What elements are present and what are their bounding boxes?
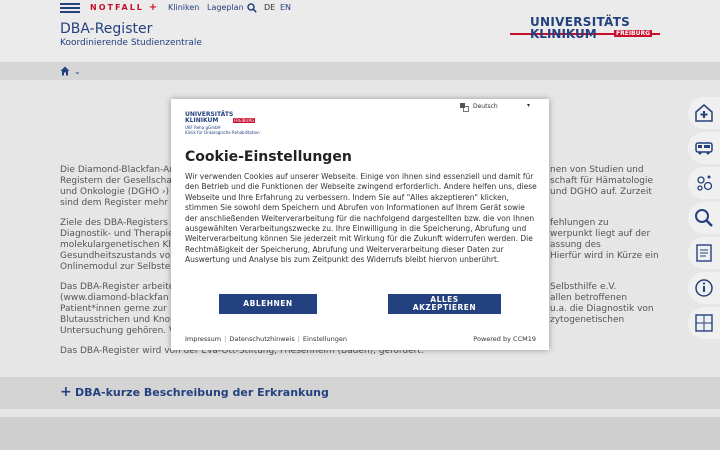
text-line-left: und Onkologie (DGHO ›) xyxy=(60,187,170,197)
rail-hospital[interactable] xyxy=(688,97,720,129)
text-line-left: Gesundheitszustands vo xyxy=(60,251,171,261)
text-line-left: sind dem Register mehr xyxy=(60,198,168,208)
magnifier-icon xyxy=(695,209,713,227)
sign-language-icon xyxy=(695,314,713,332)
accordion-title: DBA-kurze Beschreibung der Erkrankung xyxy=(75,386,329,399)
caret-down-icon: ▾ xyxy=(527,102,531,109)
bus-icon xyxy=(695,142,713,155)
dialog-links: Impressum | Datenschutzhinweis | Einstellung… xyxy=(185,335,347,343)
rail-document[interactable] xyxy=(688,237,720,269)
document-icon xyxy=(696,244,712,262)
virus-icon xyxy=(697,175,713,191)
cookie-dialog: UNIVERSITÄTS KLINIKUM FREIBURG UKF Reha … xyxy=(171,99,549,350)
breadcrumb: ⌄ xyxy=(0,62,720,80)
spacer xyxy=(0,409,720,417)
text-line-right: allen betroffenen xyxy=(550,293,628,303)
text-line-right: Hierfür wird in Kürze ein xyxy=(550,251,659,261)
nav-kliniken[interactable]: Kliniken xyxy=(168,3,199,12)
home-icon[interactable] xyxy=(60,66,70,76)
footer-area xyxy=(0,417,720,450)
rail-info[interactable] xyxy=(688,272,720,304)
modal-logo: UNIVERSITÄTS KLINIKUM FREIBURG UKF Reha … xyxy=(185,111,260,135)
datenschutz-link[interactable]: Datenschutzhinweis xyxy=(229,335,294,343)
site-subtitle: Koordinierende Studienzentrale xyxy=(60,38,202,48)
text-line-left: Registern der Gesellschaf xyxy=(60,176,176,186)
impressum-link[interactable]: Impressum xyxy=(185,335,221,343)
text-line-left: Die Diamond-Blackfan-An xyxy=(60,165,176,175)
nav-lageplan[interactable]: Lageplan xyxy=(207,3,244,12)
hospital-plus-icon xyxy=(695,104,713,122)
lang-de[interactable]: DE xyxy=(264,3,275,12)
dialog-title: Cookie-Einstellungen xyxy=(185,149,352,165)
text-line-right: fehlungen zu xyxy=(550,218,609,228)
rail-bus[interactable] xyxy=(688,132,720,164)
info-icon xyxy=(695,279,713,297)
text-line-left: Onlinemodul zur Selbste xyxy=(60,262,171,272)
lang-en[interactable]: EN xyxy=(280,3,291,12)
text-line-right: nen von Studien und xyxy=(550,165,644,175)
text-line-right: Selbsthilfe e.V. xyxy=(550,282,617,292)
text-line-right: schaft für Hämatologie xyxy=(550,176,654,186)
university-logo[interactable]: UNIVERSITÄTS KLINIKUM FREIBURG xyxy=(510,15,660,44)
text-line-right: zytogenetischen xyxy=(550,315,625,325)
powered-by: Powered by CCM19 xyxy=(473,335,536,343)
text-line-right: und DGHO auf. Zurzeit xyxy=(550,187,652,197)
einstellungen-link[interactable]: Einstellungen xyxy=(303,335,347,343)
site-title[interactable]: DBA-Register xyxy=(60,21,152,37)
text-line-left: molekulargenetischen Kl xyxy=(60,240,171,250)
text-line-right: u.a. die Diagnostik von xyxy=(550,304,654,314)
menu-icon[interactable] xyxy=(60,3,80,13)
side-rail xyxy=(688,97,720,342)
text-line-left: Blutausstrichen und Kno xyxy=(60,315,171,325)
accordion-description[interactable]: + DBA-kurze Beschreibung der Erkrankung xyxy=(0,377,720,409)
text-line-right: werpunkt liegt auf der xyxy=(550,229,651,239)
text-line-left: Patient*innen gerne zur xyxy=(60,304,167,314)
chevron-down-icon[interactable]: ⌄ xyxy=(74,67,81,76)
text-line-left: Das DBA-Register arbeite xyxy=(60,282,175,292)
accept-all-button[interactable]: ALLES AKZEPTIEREN xyxy=(388,294,501,314)
rail-sign-language[interactable] xyxy=(688,307,720,339)
text-line-left: Ziele des DBA-Registers xyxy=(60,218,168,228)
search-icon[interactable] xyxy=(247,3,257,13)
reject-button[interactable]: ABLEHNEN xyxy=(219,294,317,314)
language-select[interactable]: Deutsch ▾ xyxy=(460,102,532,114)
plus-icon: + xyxy=(60,384,72,400)
rail-virus[interactable] xyxy=(688,167,720,199)
translate-icon xyxy=(460,103,469,112)
notfall-link[interactable]: NOTFALL + xyxy=(90,2,157,13)
text-line-left: Untersuchung gehören. V xyxy=(60,326,176,336)
text-line-left: (www.diamond-blackfan xyxy=(60,293,169,303)
site-header: NOTFALL + Kliniken Lageplan DE EN DBA-Re… xyxy=(0,0,720,62)
text-line-right: assung des xyxy=(550,240,601,250)
rail-search[interactable] xyxy=(688,202,720,234)
text-line-left: Diagnostik- und Therapie xyxy=(60,229,174,239)
dialog-text: Wir verwenden Cookies auf unserer Websei… xyxy=(185,172,537,265)
